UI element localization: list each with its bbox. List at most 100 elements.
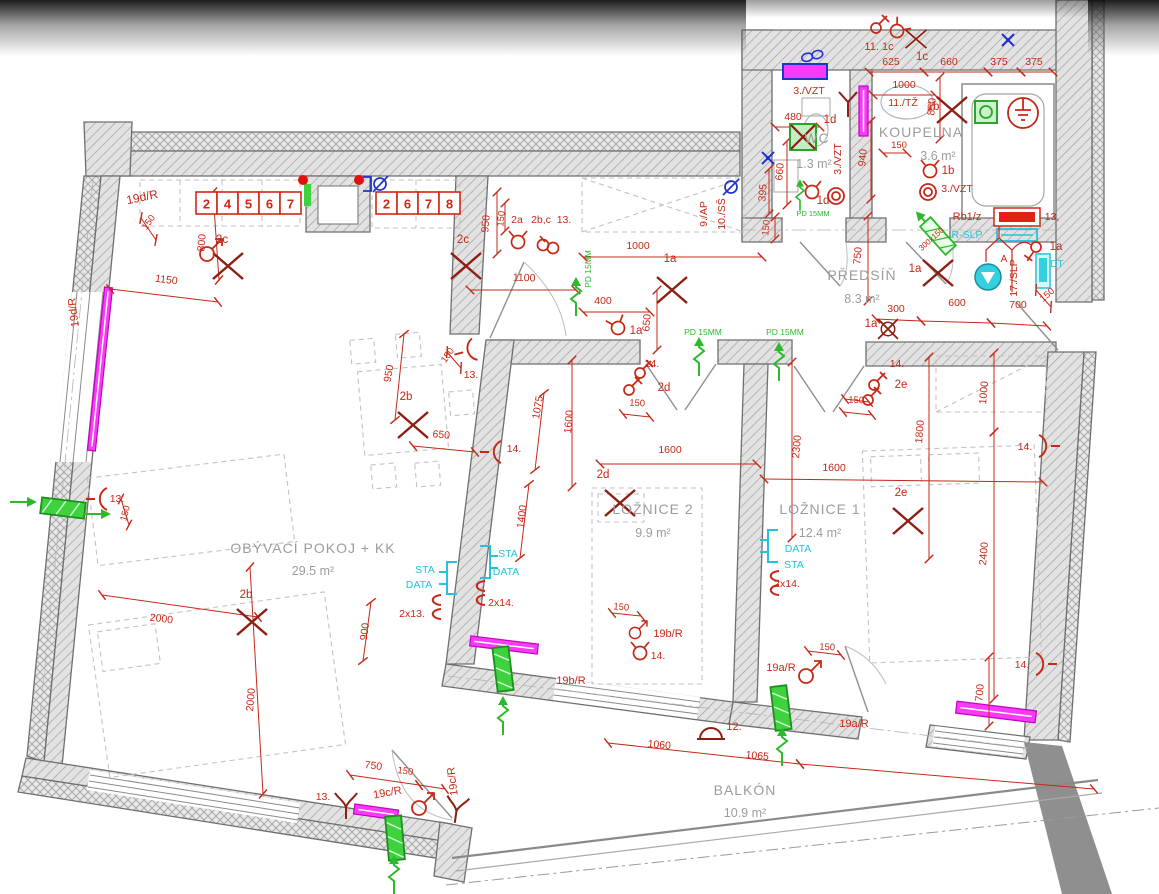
symbol-gbox — [385, 815, 405, 860]
symbol-ga — [694, 337, 704, 376]
room-name: OBÝVACÍ POKOJ + KK — [230, 540, 395, 556]
circuit-number: 2 — [383, 197, 390, 212]
label: 700 — [1009, 299, 1027, 311]
label: 2000 — [244, 687, 258, 711]
label: PD 15MM — [796, 209, 829, 218]
label: 1000 — [626, 240, 650, 252]
label: 2400 — [977, 541, 991, 565]
symbol-ga — [498, 696, 508, 735]
label: 950 — [479, 214, 492, 233]
dimension-line — [596, 460, 761, 468]
symbol-gah — [84, 509, 111, 519]
label: 1060 — [647, 738, 671, 752]
label: 1a — [909, 263, 922, 275]
label: 625 — [882, 56, 900, 68]
dimension-line — [990, 428, 998, 703]
symbol-x — [237, 609, 267, 635]
circuit-number: 6 — [404, 197, 411, 212]
room-name: LOŽNICE 2 — [612, 501, 693, 517]
symbol-ga — [777, 727, 787, 766]
label: 2a — [511, 214, 523, 226]
label: STA — [498, 548, 518, 560]
label: 150 — [760, 219, 772, 236]
radiator-towel-bath — [859, 86, 868, 136]
label: 1a — [630, 325, 643, 337]
dimension-line — [917, 317, 995, 328]
label: 375 — [1025, 56, 1043, 68]
washer-connection — [783, 64, 827, 79]
label: 1600 — [562, 409, 576, 433]
label: 13. — [316, 791, 331, 803]
radiator-loznice1 — [956, 701, 1037, 723]
label: 1000 — [892, 79, 916, 91]
room-area: 29.5 m² — [292, 564, 334, 578]
label: 2c — [457, 234, 469, 246]
circuit-number: 4 — [224, 197, 232, 212]
label: 13. — [557, 214, 572, 226]
circuit-row: 2678 — [376, 192, 460, 214]
symbol-lamp — [697, 728, 725, 739]
room-area: 10.9 m² — [724, 806, 766, 820]
label: STA — [415, 564, 435, 576]
symbol-dot — [298, 175, 308, 185]
label: 600 — [948, 297, 966, 309]
label: 1d — [817, 195, 830, 207]
label: 11./TŽ — [888, 96, 918, 109]
label: 2d — [658, 382, 671, 394]
label: 395 — [756, 183, 769, 202]
label: 19a/R — [839, 718, 868, 730]
label: 13, — [1045, 211, 1060, 223]
label: 300 — [887, 303, 905, 315]
symbol-sw — [869, 372, 887, 390]
label: 2e — [895, 487, 908, 499]
label: 1a — [1050, 241, 1063, 253]
label: 3./VZT — [832, 143, 844, 175]
label: 9./AP — [698, 201, 710, 227]
dimension-line — [466, 286, 580, 294]
label: 3./VZT — [941, 183, 973, 195]
label: 1a — [865, 318, 878, 330]
label: 19b/R — [653, 628, 682, 640]
label: 1000 — [977, 380, 991, 404]
room-area: 12.4 m² — [799, 526, 841, 540]
label: 1b — [942, 165, 955, 177]
label: 14. — [1018, 441, 1033, 453]
symbol-vent — [828, 188, 844, 204]
room-name: PŘEDSÍŇ — [827, 267, 896, 283]
label: 1b — [927, 101, 940, 113]
living-bed — [88, 592, 345, 778]
label: 14. — [645, 358, 660, 370]
label: 2x14. — [774, 578, 800, 590]
label: 375 — [990, 56, 1008, 68]
label: 1065 — [745, 749, 769, 763]
circuit-number: 7 — [425, 197, 432, 212]
symbol-x — [398, 412, 428, 438]
symbol-ca — [629, 621, 647, 639]
label: 10./SŠ — [715, 198, 728, 230]
symbol-gso — [975, 101, 997, 123]
green-bar — [304, 184, 311, 206]
label: 650 — [432, 428, 451, 441]
label: 400 — [594, 295, 612, 307]
symbol-x — [923, 260, 953, 286]
label: DATA — [406, 579, 432, 591]
label: 900 — [358, 622, 372, 641]
symbol-cyb — [439, 562, 457, 594]
label: DT — [1050, 259, 1063, 270]
symbol-ca — [799, 661, 821, 683]
dimension-line — [987, 319, 1051, 331]
label: 19d/R — [125, 187, 160, 207]
label: 13. — [464, 369, 479, 381]
symbol-so — [631, 642, 649, 660]
symbol-x — [893, 508, 923, 534]
dimension-line — [653, 286, 661, 354]
dimension-line — [409, 441, 479, 456]
label: 2x13. — [399, 608, 425, 620]
room-name: WC — [804, 130, 829, 146]
label: 14. — [1015, 659, 1030, 671]
label: 480 — [784, 111, 802, 123]
label: 2300 — [790, 434, 804, 458]
circuit-row: 24567 — [196, 192, 301, 214]
label: STA — [784, 559, 804, 571]
dimension-line — [106, 284, 221, 306]
